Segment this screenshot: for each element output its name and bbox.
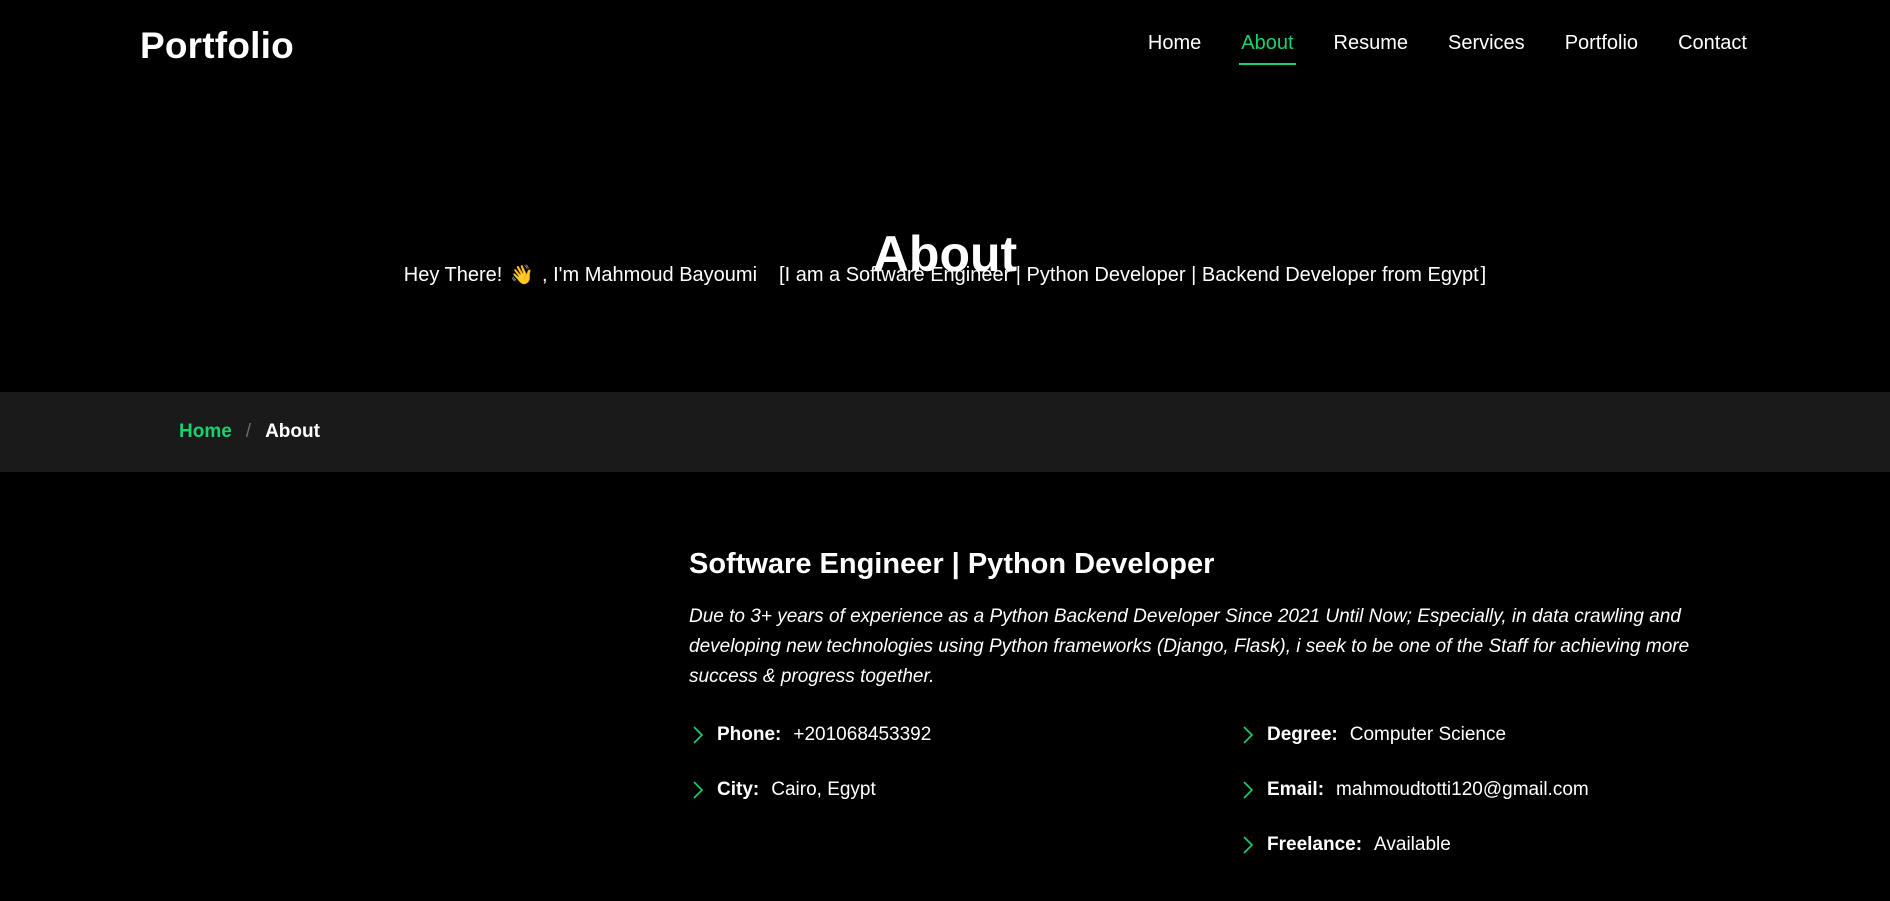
about-heading: Software Engineer | Python Developer — [689, 548, 1215, 580]
info-value: +201068453392 — [793, 724, 932, 745]
info-label: Email: — [1267, 779, 1325, 800]
info-degree: Degree: Computer Science — [1241, 724, 1506, 746]
nav-home[interactable]: Home — [1148, 28, 1201, 65]
waving-hand-icon: 👋 — [510, 265, 534, 286]
info-label: Degree: — [1267, 724, 1338, 745]
site-logo[interactable]: Portfolio — [140, 25, 294, 67]
nav-services[interactable]: Services — [1448, 28, 1525, 65]
info-phone: Phone: +201068453392 — [691, 724, 931, 746]
nav-portfolio[interactable]: Portfolio — [1565, 28, 1638, 65]
breadcrumb-current: About — [265, 421, 320, 442]
info-city: City: Cairo, Egypt — [691, 779, 876, 801]
breadcrumb-home-link[interactable]: Home — [179, 421, 232, 443]
typed-text: I am a Software Engineer | Python Develo… — [784, 263, 1479, 286]
site-header: Portfolio Home About Resume Services Por… — [0, 0, 1890, 92]
info-label: Freelance: — [1267, 834, 1363, 855]
info-label: Phone: — [717, 724, 782, 745]
greeting-name: , I'm Mahmoud Bayoumi — [542, 263, 758, 286]
main-nav: Home About Resume Services Portfolio Con… — [1148, 28, 1747, 65]
chevron-right-icon — [1243, 781, 1254, 799]
chevron-right-icon — [1243, 836, 1254, 854]
breadcrumb-separator: / — [245, 421, 252, 442]
info-value[interactable]: mahmoudtotti120@gmail.com — [1336, 779, 1589, 801]
nav-contact[interactable]: Contact — [1678, 28, 1747, 65]
greeting-prefix: Hey There! — [403, 263, 503, 286]
nav-resume[interactable]: Resume — [1334, 28, 1408, 65]
chevron-right-icon — [693, 726, 704, 744]
info-label: City: — [717, 779, 760, 800]
chevron-right-icon — [693, 781, 704, 799]
breadcrumb: Home / About — [0, 392, 1890, 472]
info-freelance: Freelance: Available — [1241, 834, 1451, 856]
nav-about[interactable]: About — [1239, 28, 1296, 65]
about-description: Due to 3+ years of experience as a Pytho… — [689, 606, 1690, 687]
info-email: Email: mahmoudtotti120@gmail.com — [1241, 779, 1589, 801]
info-value: Computer Science — [1349, 724, 1507, 745]
about-content: Software Engineer | Python Developer Due… — [689, 545, 1749, 894]
info-value: Available — [1374, 834, 1451, 855]
info-list: Phone: +201068453392 City: Cairo, Egypt … — [689, 724, 1749, 894]
info-value: Cairo, Egypt — [771, 779, 876, 800]
hero-subtitle: Hey There! 👋 , I'm Mahmoud Bayoumi [ I a… — [0, 263, 1890, 287]
chevron-right-icon — [1243, 726, 1254, 744]
typed-close-bracket: ] — [1480, 263, 1487, 286]
